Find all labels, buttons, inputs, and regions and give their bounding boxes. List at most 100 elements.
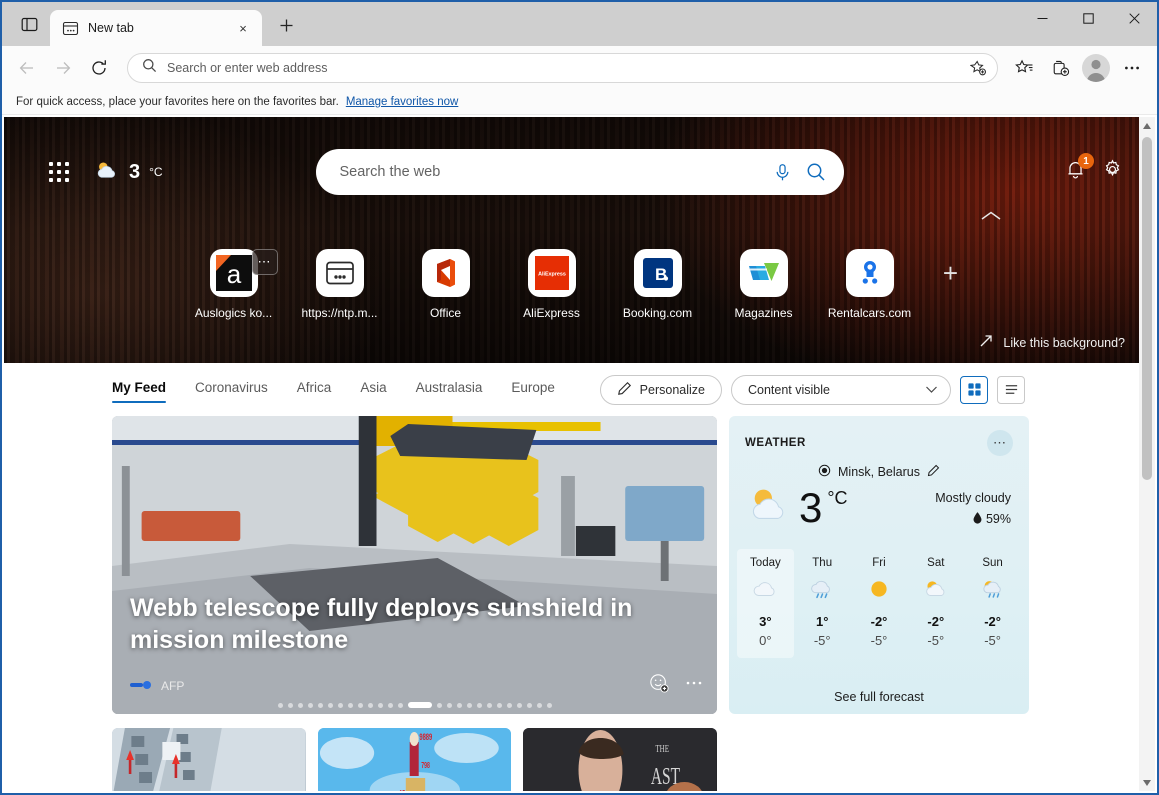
hero-weather-widget[interactable]: 3 °C — [94, 159, 163, 186]
web-search-box[interactable]: Search the web — [315, 149, 844, 195]
close-window-button[interactable] — [1111, 2, 1157, 34]
carousel-dot[interactable] — [536, 702, 542, 708]
collections-button[interactable] — [1043, 51, 1077, 85]
forecast-day-sat[interactable]: Sat -2° -5° — [907, 549, 964, 658]
personalize-button[interactable]: Personalize — [599, 374, 722, 405]
settings-and-more-button[interactable] — [1115, 51, 1149, 85]
forecast-day-sun[interactable]: Sun -2° -5° — [964, 549, 1021, 658]
carousel-dot[interactable] — [337, 702, 343, 708]
back-button[interactable] — [10, 51, 44, 85]
scrollbar-track[interactable] — [1139, 134, 1155, 774]
weather-location-row[interactable]: Minsk, Belarus — [729, 464, 1029, 480]
carousel-dot[interactable] — [287, 702, 293, 708]
background-like-control[interactable]: Like this background? — [979, 334, 1125, 351]
shortcut-tile-office[interactable]: Office — [393, 249, 499, 320]
carousel-dot[interactable] — [397, 702, 403, 708]
carousel-dot[interactable] — [377, 702, 383, 708]
traffic-snow-card[interactable] — [112, 728, 306, 791]
carousel-dot-active[interactable] — [407, 702, 432, 708]
new-tab-button[interactable] — [270, 9, 302, 41]
svg-text:B: B — [655, 265, 667, 284]
feed-tab-africa[interactable]: Africa — [297, 380, 332, 399]
profile-avatar[interactable] — [1082, 54, 1110, 82]
game-ad-card[interactable]: 9889 798 15 — [317, 728, 512, 791]
carousel-dot[interactable] — [357, 702, 363, 708]
carousel-dot[interactable] — [277, 702, 283, 708]
maximize-button[interactable] — [1065, 2, 1111, 34]
shortcut-tile-aliexpress[interactable]: AliExpress AliExpress — [499, 249, 605, 320]
hero-right-controls: 1 — [1065, 153, 1137, 185]
carousel-dot[interactable] — [456, 702, 462, 708]
forecast-day-thu[interactable]: Thu 1° -5° — [794, 549, 851, 658]
forecast-day-fri[interactable]: Fri -2° -5° — [851, 549, 908, 658]
refresh-button[interactable] — [82, 51, 116, 85]
tab-close-icon[interactable]: × — [232, 17, 254, 39]
carousel-dot[interactable] — [476, 702, 482, 708]
sun-rain-icon — [980, 579, 1006, 604]
edit-location-pencil-icon[interactable] — [927, 464, 940, 480]
feed-hero-article-card[interactable]: Webb telescope fully deploys sunshield i… — [112, 416, 717, 714]
address-bar[interactable]: Search or enter web address — [127, 53, 998, 83]
article-source: AFP — [161, 678, 185, 693]
minimize-button[interactable] — [1019, 2, 1065, 34]
web-search-input[interactable]: Search the web — [340, 164, 759, 180]
carousel-dot[interactable] — [506, 702, 512, 708]
tab-actions-menu-icon[interactable] — [12, 7, 46, 41]
address-input[interactable]: Search or enter web address — [167, 61, 955, 75]
scroll-up-arrow-icon[interactable] — [1139, 117, 1155, 134]
carousel-dot[interactable] — [466, 702, 472, 708]
ntp-settings-button[interactable] — [1102, 159, 1123, 185]
add-reaction-icon[interactable] — [649, 673, 669, 698]
feed-tab-europe[interactable]: Europe — [511, 380, 555, 399]
carousel-dot[interactable] — [307, 702, 313, 708]
manage-favorites-link[interactable]: Manage favorites now — [346, 96, 459, 108]
search-submit-icon[interactable] — [806, 162, 826, 182]
forward-button[interactable] — [46, 51, 80, 85]
forecast-day-today[interactable]: Today 3° 0° — [737, 549, 794, 658]
browser-tab[interactable]: New tab × — [50, 10, 262, 46]
carousel-dot[interactable] — [516, 702, 522, 708]
feed-tab-my-feed[interactable]: My Feed — [112, 380, 167, 403]
microphone-icon[interactable] — [773, 163, 792, 182]
add-shortcut-button[interactable]: + — [923, 249, 979, 297]
weather-more-options-icon[interactable]: ⋯ — [987, 430, 1013, 456]
scroll-down-arrow-icon[interactable] — [1139, 774, 1155, 791]
carousel-dot[interactable] — [367, 702, 373, 708]
notification-badge: 1 — [1078, 153, 1094, 169]
carousel-dot[interactable] — [327, 702, 333, 708]
favorites-button[interactable] — [1007, 51, 1041, 85]
carousel-dot[interactable] — [317, 702, 323, 708]
carousel-dot[interactable] — [496, 702, 502, 708]
shortcut-tile-rentalcars[interactable]: Rentalcars.com — [817, 249, 923, 320]
add-favorite-icon[interactable] — [965, 55, 991, 81]
feed-tab-coronavirus[interactable]: Coronavirus — [195, 380, 268, 399]
content-visibility-select[interactable]: Content visible — [731, 374, 951, 405]
carousel-dot[interactable] — [297, 702, 303, 708]
carousel-dot[interactable] — [486, 702, 492, 708]
shortcut-tile-magazines[interactable]: Magazines — [711, 249, 817, 320]
shortcut-tile-auslogics[interactable]: a ⋯ Auslogics ko... — [181, 249, 287, 320]
shortcut-tile-ntp[interactable]: https://ntp.m... — [287, 249, 393, 320]
notifications-button[interactable]: 1 — [1065, 153, 1094, 185]
see-full-forecast-link[interactable]: See full forecast — [729, 690, 1029, 704]
collapse-feed-chevron-up-icon[interactable] — [980, 209, 1002, 227]
carousel-dot[interactable] — [347, 702, 353, 708]
shortcut-tile-booking[interactable]: B Booking.com — [605, 249, 711, 320]
page-scrollbar[interactable] — [1139, 117, 1155, 791]
feed-tab-asia[interactable]: Asia — [360, 380, 386, 399]
carousel-dot[interactable] — [387, 702, 393, 708]
carousel-dot[interactable] — [436, 702, 442, 708]
scrollbar-thumb[interactable] — [1142, 137, 1152, 480]
list-view-toggle[interactable] — [997, 375, 1025, 404]
tile-label: Booking.com — [622, 306, 693, 320]
app-launcher-icon[interactable] — [42, 155, 76, 189]
more-options-icon[interactable] — [685, 674, 703, 697]
carousel-dot[interactable] — [446, 702, 452, 708]
grid-view-toggle[interactable] — [960, 375, 988, 404]
carousel-dot[interactable] — [546, 702, 552, 708]
carousel-dot[interactable] — [526, 702, 532, 708]
tile-more-options-icon[interactable]: ⋯ — [251, 249, 278, 275]
feed-tab-australasia[interactable]: Australasia — [416, 380, 483, 399]
celebrity-card[interactable]: THE AST — [523, 728, 718, 791]
current-condition-icon — [747, 484, 797, 531]
